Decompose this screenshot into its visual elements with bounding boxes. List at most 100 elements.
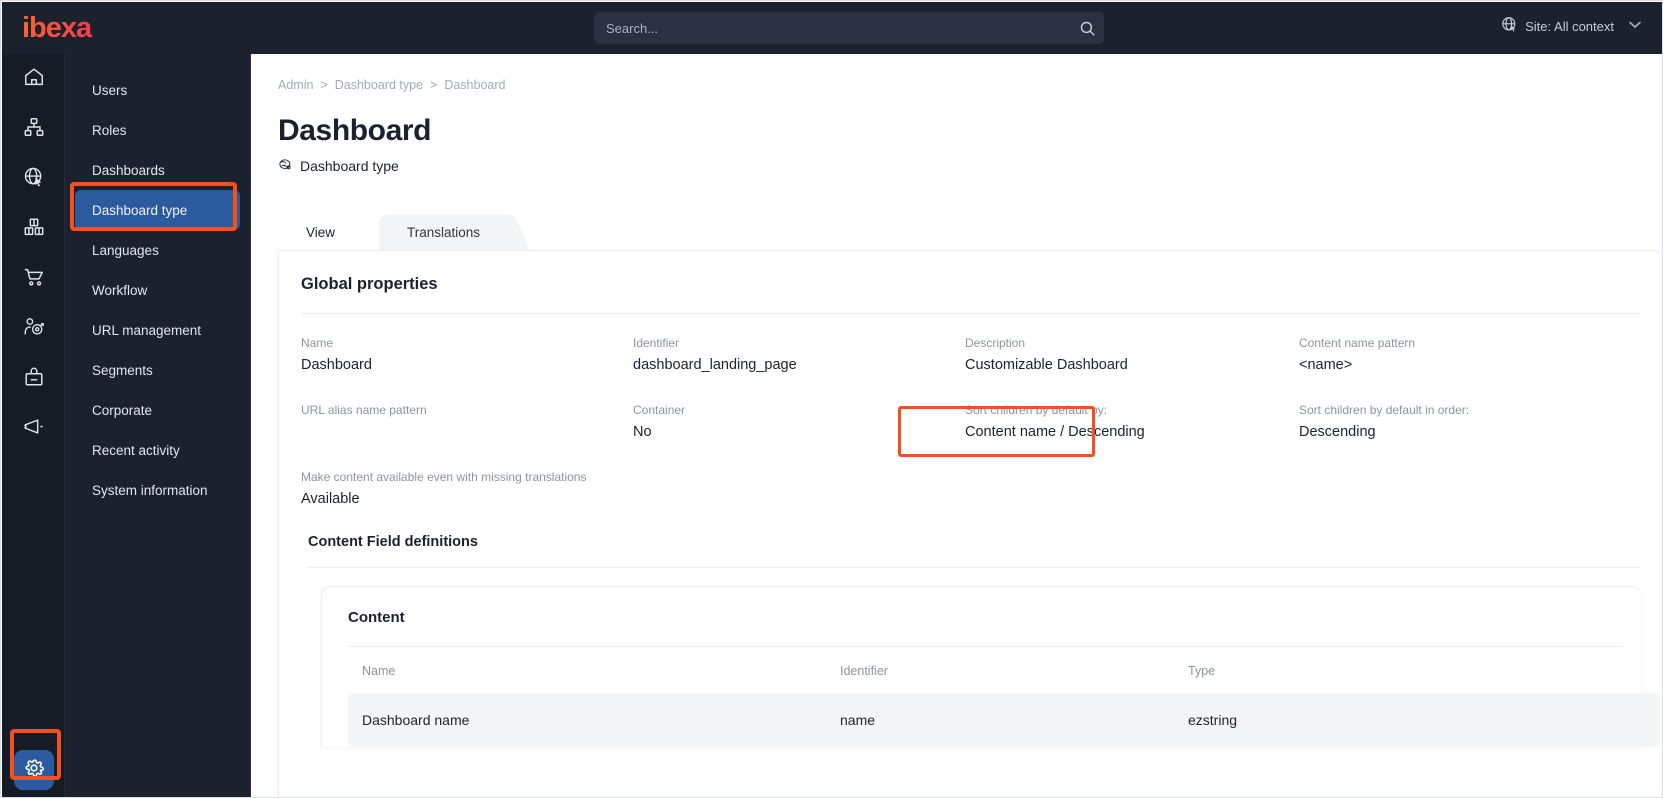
property-value bbox=[301, 422, 633, 442]
global-search[interactable] bbox=[594, 12, 1104, 44]
breadcrumb-item-admin[interactable]: Admin bbox=[278, 78, 313, 92]
content-field-definitions-heading: Content Field definitions bbox=[308, 534, 478, 550]
sidebar-item-corporate[interactable]: Corporate bbox=[75, 390, 240, 430]
property-missing-translations: Make content available even with missing… bbox=[301, 469, 965, 509]
property-value: Available bbox=[301, 491, 360, 507]
view-tab-panel: Global properties Name Dashboard Identif… bbox=[278, 250, 1662, 797]
field-group-title: Content bbox=[348, 609, 405, 626]
property-value: <name> bbox=[1299, 357, 1353, 373]
sitemap-icon bbox=[23, 116, 45, 143]
property-value: Content name / Descending bbox=[965, 424, 1145, 440]
sidebar-item-url-management[interactable]: URL management bbox=[75, 310, 240, 350]
property-label: Sort children by default by: bbox=[965, 403, 1108, 417]
page-title: Dashboard bbox=[278, 114, 432, 147]
divider bbox=[308, 567, 1641, 568]
shopping-cart-icon bbox=[23, 266, 45, 293]
id-badge-icon bbox=[23, 366, 45, 393]
sidebar-item-label: System information bbox=[92, 482, 208, 498]
sidebar-item-label: Dashboards bbox=[92, 162, 165, 178]
rail-item-home[interactable] bbox=[2, 54, 65, 104]
main-content-area: Admin > Dashboard type > Dashboard Dashb… bbox=[251, 54, 1662, 797]
field-definitions-table: Name Identifier Type Dashboard name name… bbox=[348, 647, 1660, 747]
sidebar-item-label: Users bbox=[92, 82, 128, 98]
sidebar-item-label: URL management bbox=[92, 322, 202, 338]
property-url-alias-name-pattern: URL alias name pattern bbox=[301, 402, 633, 442]
breadcrumb-separator: > bbox=[320, 78, 328, 92]
tab-view[interactable]: View bbox=[278, 214, 385, 250]
content-field-definitions-section: Content Field definitions bbox=[301, 534, 1662, 568]
sidebar-item-label: Dashboard type bbox=[92, 202, 188, 218]
breadcrumb-item-dashboard[interactable]: Dashboard bbox=[444, 78, 505, 92]
sidebar-item-recent-activity[interactable]: Recent activity bbox=[75, 430, 240, 470]
property-label: Name bbox=[301, 336, 334, 350]
property-identifier: Identifier dashboard_landing_page bbox=[633, 335, 965, 375]
sidebar-item-label: Languages bbox=[92, 242, 159, 258]
column-header-type[interactable]: Type bbox=[1188, 647, 1660, 693]
property-container: Container No bbox=[633, 402, 965, 442]
tab-translations[interactable]: Translations bbox=[379, 214, 530, 250]
page-subtitle-label: Dashboard type bbox=[300, 158, 399, 174]
chevron-down-icon[interactable] bbox=[1629, 20, 1641, 32]
divider bbox=[301, 313, 1641, 314]
cell-type: ezstring bbox=[1188, 693, 1660, 747]
page-subtitle: Dashboard type bbox=[251, 148, 1662, 175]
property-value: Descending bbox=[1299, 424, 1376, 440]
sidebar-item-languages[interactable]: Languages bbox=[75, 230, 240, 270]
rail-item-site-access[interactable] bbox=[2, 154, 65, 204]
content-tabs: View Translations bbox=[278, 214, 530, 250]
sidebar-item-label: Recent activity bbox=[92, 442, 180, 458]
admin-application-window: ibexa Site: All context bbox=[0, 0, 1663, 798]
sidebar-item-users[interactable]: Users bbox=[75, 70, 240, 110]
tab-label: Translations bbox=[407, 224, 481, 240]
property-label: URL alias name pattern bbox=[301, 403, 427, 417]
rail-item-content-structure[interactable] bbox=[2, 104, 65, 154]
sidebar-item-workflow[interactable]: Workflow bbox=[75, 270, 240, 310]
rail-item-company[interactable] bbox=[2, 354, 65, 404]
rail-item-cart[interactable] bbox=[2, 254, 65, 304]
sidebar-item-segments[interactable]: Segments bbox=[75, 350, 240, 390]
property-name: Name Dashboard bbox=[301, 335, 633, 375]
property-description: Description Customizable Dashboard bbox=[965, 335, 1299, 375]
table-row[interactable]: Dashboard name name ezstring bbox=[348, 693, 1660, 747]
property-sort-children-order: Sort children by default in order: Desce… bbox=[1299, 402, 1633, 442]
breadcrumb-separator: > bbox=[430, 78, 438, 92]
admin-sidebar-menu: Users Roles Dashboards Dashboard type La… bbox=[65, 54, 251, 797]
rail-item-customers[interactable] bbox=[2, 304, 65, 354]
home-icon bbox=[23, 66, 45, 93]
property-value: dashboard_landing_page bbox=[633, 357, 797, 373]
property-label: Description bbox=[965, 336, 1026, 350]
column-header-identifier[interactable]: Identifier bbox=[840, 647, 1188, 693]
sidebar-item-label: Workflow bbox=[92, 282, 148, 298]
global-properties-heading: Global properties bbox=[301, 275, 438, 293]
sidebar-item-system-information[interactable]: System information bbox=[75, 470, 240, 510]
column-header-name[interactable]: Name bbox=[348, 647, 840, 693]
rail-item-campaigns[interactable] bbox=[2, 404, 65, 454]
tab-label: View bbox=[306, 224, 336, 240]
sidebar-item-dashboard-type[interactable]: Dashboard type bbox=[75, 190, 240, 230]
settings-gear-button[interactable] bbox=[13, 750, 54, 790]
globe-cursor-icon bbox=[1501, 16, 1518, 36]
sidebar-item-roles[interactable]: Roles bbox=[75, 110, 240, 150]
sidebar-item-label: Corporate bbox=[92, 402, 153, 418]
megaphone-icon bbox=[23, 416, 45, 443]
search-input[interactable] bbox=[594, 20, 1070, 36]
site-context-selector[interactable]: Site: All context bbox=[1501, 16, 1641, 36]
search-icon[interactable] bbox=[1070, 20, 1104, 37]
rail-bottom-group bbox=[2, 750, 65, 790]
property-value: Dashboard bbox=[301, 357, 372, 373]
property-label: Sort children by default in order: bbox=[1299, 403, 1470, 417]
property-value: Customizable Dashboard bbox=[965, 357, 1128, 373]
global-properties-grid: Name Dashboard Identifier dashboard_land… bbox=[301, 335, 1662, 536]
sidebar-item-label: Roles bbox=[92, 122, 127, 138]
gear-icon bbox=[23, 757, 45, 784]
property-label: Identifier bbox=[633, 336, 680, 350]
rail-item-products[interactable] bbox=[2, 204, 65, 254]
property-sort-children-by: Sort children by default by: Content nam… bbox=[965, 402, 1299, 442]
property-content-name-pattern: Content name pattern <name> bbox=[1299, 335, 1633, 375]
sidebar-item-dashboards[interactable]: Dashboards bbox=[75, 150, 240, 190]
tab-shape bbox=[494, 214, 530, 250]
ibexa-logo[interactable]: ibexa bbox=[2, 11, 252, 45]
site-context-label: Site: All context bbox=[1525, 18, 1614, 34]
breadcrumb-item-dashboard-type[interactable]: Dashboard type bbox=[335, 78, 423, 92]
table-header-row: Name Identifier Type bbox=[348, 647, 1660, 693]
